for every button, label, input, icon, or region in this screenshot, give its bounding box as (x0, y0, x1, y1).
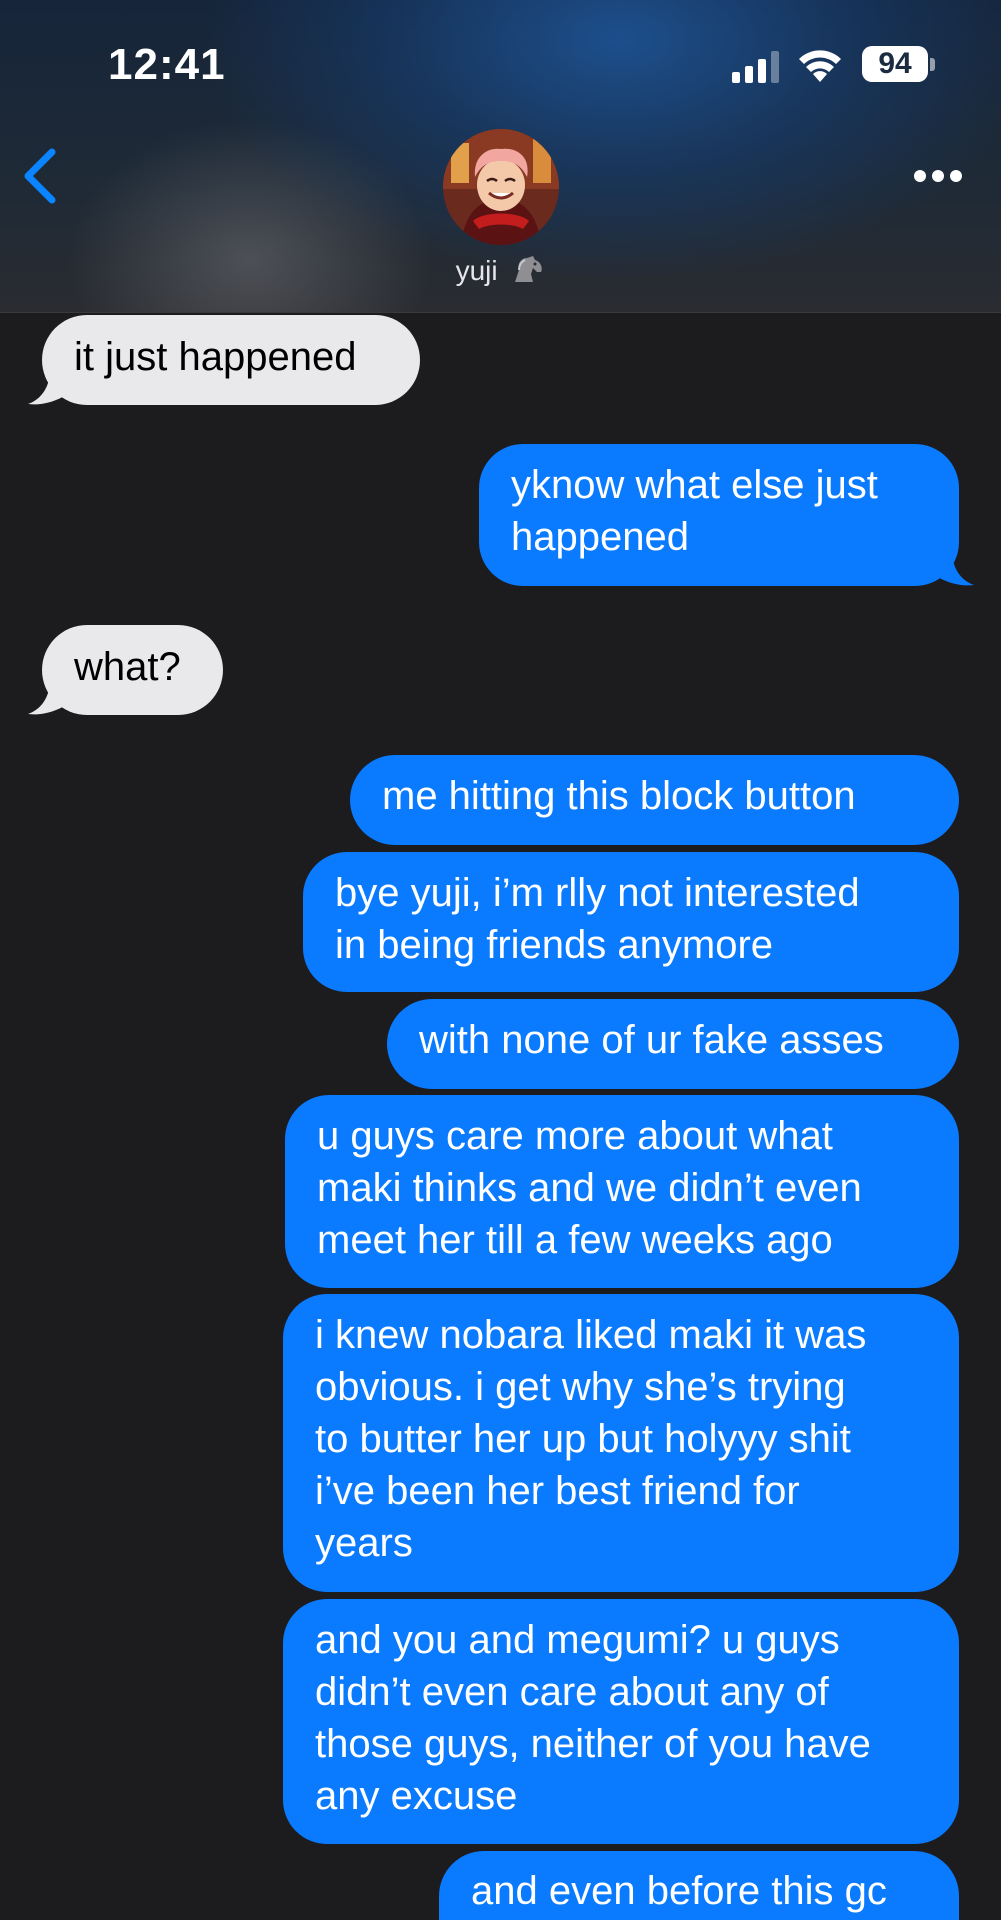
incoming-message[interactable]: it just happened (42, 315, 420, 405)
message-line: in being friends anymore (335, 923, 774, 967)
message-line: any excuse (315, 1774, 518, 1818)
cellular-signal-icon (732, 51, 779, 83)
message-line: to butter her up but holyyy shit (315, 1417, 851, 1461)
message-line: years (315, 1521, 413, 1565)
more-options-icon[interactable] (912, 166, 964, 186)
message-text: what? (74, 645, 181, 689)
message-line: with none of ur fake asses (419, 1018, 884, 1062)
message-line: maki thinks and we didn’t even (317, 1166, 862, 1210)
message-line: those guys, neither of you have (315, 1722, 871, 1766)
contact-avatar[interactable] (443, 129, 559, 245)
outgoing-message[interactable]: and you and megumi? u guys didn’t even c… (283, 1599, 959, 1844)
wifi-icon (799, 50, 841, 82)
message-line: and even before this gc (471, 1869, 887, 1913)
message-line: i’ve been her best friend for (315, 1469, 800, 1513)
outgoing-message[interactable]: bye yuji, i’m rlly not interested in bei… (303, 852, 959, 992)
conversation-header: 12:41 94 yuji (0, 0, 1001, 313)
message-line: yknow what else just (511, 463, 878, 507)
status-time: 12:41 (108, 40, 226, 89)
contact-name-row[interactable]: yuji (0, 254, 1001, 291)
outgoing-message[interactable]: with none of ur fake asses (387, 999, 959, 1089)
message-line: u guys care more about what (317, 1114, 833, 1158)
avatar-image (443, 129, 559, 245)
outgoing-message[interactable]: i knew nobara liked maki it was obvious.… (283, 1294, 959, 1592)
message-line: me hitting this block button (382, 774, 856, 818)
incoming-message[interactable]: what? (42, 625, 223, 715)
message-line: meet her till a few weeks ago (317, 1218, 833, 1262)
message-line: happened (511, 515, 689, 559)
message-line: and you and megumi? u guys (315, 1618, 840, 1662)
battery-level: 94 (862, 46, 928, 82)
outgoing-message[interactable]: and even before this gc (439, 1851, 959, 1920)
back-chevron-icon[interactable] (18, 146, 62, 206)
message-line: obvious. i get why she’s trying (315, 1365, 846, 1409)
message-line: didn’t even care about any of (315, 1670, 829, 1714)
contact-name: yuji (455, 254, 498, 286)
outgoing-message[interactable]: u guys care more about what maki thinks … (285, 1095, 959, 1288)
message-line: bye yuji, i’m rlly not interested (335, 871, 860, 915)
horse-icon (511, 254, 545, 291)
outgoing-message[interactable]: me hitting this block button (350, 755, 959, 845)
message-line: i knew nobara liked maki it was (315, 1313, 867, 1357)
message-text: it just happened (74, 335, 357, 379)
outgoing-message[interactable]: yknow what else just happened (479, 444, 959, 586)
battery-nub (930, 58, 935, 71)
